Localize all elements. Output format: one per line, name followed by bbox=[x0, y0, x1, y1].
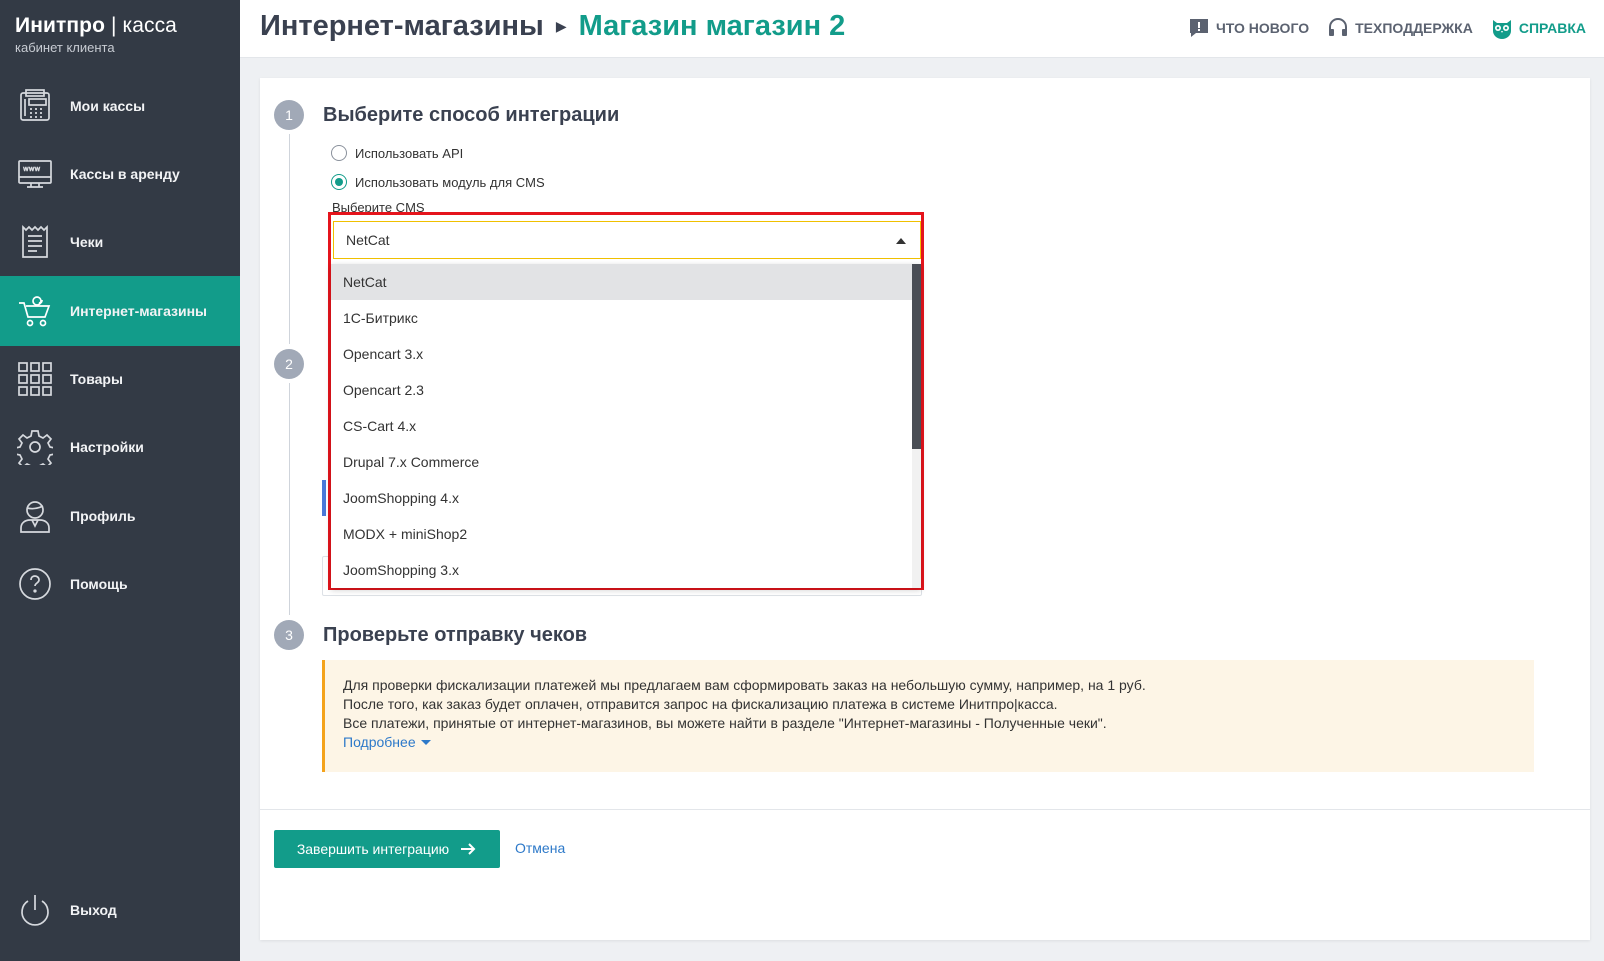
cms-option[interactable]: 1С-Битрикс bbox=[331, 300, 921, 336]
sidebar-item-products[interactable]: Товары bbox=[0, 344, 240, 414]
breadcrumb: Интернет-магазины ▶ Магазин магазин 2 bbox=[260, 10, 845, 43]
step-connector bbox=[289, 134, 290, 344]
cms-option[interactable]: Opencart 3.x bbox=[331, 336, 921, 372]
step-connector bbox=[289, 383, 290, 615]
step-1-badge: 1 bbox=[274, 100, 304, 130]
sidebar-item-my-registers[interactable]: Мои кассы bbox=[0, 71, 240, 141]
cms-option[interactable]: MODX + miniShop2 bbox=[331, 516, 921, 552]
breadcrumb-arrow-icon: ▶ bbox=[555, 18, 567, 34]
support-label: ТЕХПОДДЕРЖКА bbox=[1355, 20, 1473, 36]
receipt-icon bbox=[17, 224, 53, 260]
shopping-cart-icon bbox=[17, 293, 53, 329]
headset-icon bbox=[1329, 18, 1348, 36]
sidebar-item-label: Настройки bbox=[70, 439, 144, 455]
cms-dropdown-list[interactable]: NetCat 1С-Битрикс Opencart 3.x Opencart … bbox=[331, 264, 921, 588]
dropdown-scroll-thumb[interactable] bbox=[912, 264, 921, 449]
brand[interactable]: Инитпро | касса кабинет клиента bbox=[0, 0, 240, 82]
user-icon bbox=[17, 498, 53, 534]
notice-line: Для проверки фискализации платежей мы пр… bbox=[343, 677, 1146, 693]
brand-title-sep: | bbox=[105, 14, 123, 37]
sidebar-item-rent-registers[interactable]: www Кассы в аренду bbox=[0, 139, 240, 209]
cms-select-value: NetCat bbox=[346, 232, 390, 248]
brand-title-bold: Инитпро bbox=[15, 14, 106, 37]
cms-option[interactable]: JoomShopping 3.x bbox=[331, 552, 921, 588]
step-3-title: Проверьте отправку чеков bbox=[323, 624, 588, 646]
step-3-badge: 3 bbox=[274, 620, 304, 650]
option-api-label: Использовать API bbox=[355, 145, 464, 161]
sidebar-item-label: Чеки bbox=[70, 234, 104, 250]
support-link[interactable]: ТЕХПОДДЕРЖКА bbox=[1327, 17, 1473, 39]
question-icon bbox=[17, 566, 53, 602]
step-2-badge: 2 bbox=[274, 349, 304, 379]
logout-button[interactable]: Выход bbox=[0, 875, 240, 945]
divider bbox=[260, 809, 1590, 810]
sidebar-item-label: Помощь bbox=[70, 576, 128, 592]
brand-title: Инитпро | касса bbox=[15, 14, 240, 38]
whats-new-link[interactable]: ЧТО НОВОГО bbox=[1188, 17, 1309, 39]
cash-register-icon bbox=[17, 88, 53, 124]
page-header: Интернет-магазины ▶ Магазин магазин 2 ЧТ… bbox=[240, 0, 1604, 58]
sidebar-item-receipts[interactable]: Чеки bbox=[0, 207, 240, 277]
help-label: СПРАВКА bbox=[1518, 20, 1586, 36]
page-title: Магазин магазин 2 bbox=[578, 10, 846, 42]
cms-option[interactable]: Opencart 2.3 bbox=[331, 372, 921, 408]
option-cms[interactable]: Использовать модуль для CMS bbox=[331, 174, 545, 190]
cms-option[interactable]: Drupal 7.x Commerce bbox=[331, 444, 921, 480]
fiscal-check-notice: Для проверки фискализации платежей мы пр… bbox=[322, 660, 1534, 772]
arrow-right-icon bbox=[461, 843, 476, 855]
sidebar-item-label: Товары bbox=[70, 371, 123, 387]
power-icon bbox=[17, 892, 53, 928]
more-details-link[interactable]: Подробнее bbox=[343, 733, 431, 752]
notice-line: Все платежи, принятые от интернет-магази… bbox=[343, 715, 1107, 731]
cms-option[interactable]: JoomShopping 4.x bbox=[331, 480, 921, 516]
sidebar-item-label: Мои кассы bbox=[70, 98, 146, 114]
www-monitor-icon: www bbox=[17, 156, 53, 192]
option-api[interactable]: Использовать API bbox=[331, 145, 463, 161]
cms-select[interactable]: NetCat bbox=[333, 221, 921, 259]
speech-bubble-icon bbox=[1189, 19, 1208, 37]
sidebar-item-label: Кассы в аренду bbox=[70, 166, 180, 182]
sidebar: Инитпро | касса кабинет клиента Мои касс… bbox=[0, 0, 240, 961]
sidebar-item-label: Профиль bbox=[70, 508, 136, 524]
svg-text:www: www bbox=[23, 165, 40, 173]
notice-line: После того, как заказ будет оплачен, отп… bbox=[343, 696, 1058, 712]
radio-api[interactable] bbox=[331, 145, 347, 161]
cms-option[interactable]: CS-Cart 4.x bbox=[331, 408, 921, 444]
cms-option[interactable]: NetCat bbox=[331, 264, 921, 300]
logout-label: Выход bbox=[70, 902, 117, 918]
brand-title-thin: касса bbox=[122, 14, 177, 37]
step-1-title: Выберите способ интеграции bbox=[323, 104, 620, 126]
brand-subtitle: кабинет клиента bbox=[15, 40, 115, 55]
gear-icon bbox=[17, 429, 53, 465]
sidebar-item-help[interactable]: Помощь bbox=[0, 549, 240, 619]
top-links: ЧТО НОВОГО ТЕХПОДДЕРЖКА СПРАВКА bbox=[1188, 17, 1586, 39]
owl-icon bbox=[1492, 20, 1511, 39]
sidebar-item-online-stores[interactable]: Интернет-магазины bbox=[0, 276, 240, 346]
finish-integration-label: Завершить интеграцию bbox=[296, 841, 450, 857]
help-link[interactable]: СПРАВКА bbox=[1491, 17, 1586, 39]
sidebar-item-settings[interactable]: Настройки bbox=[0, 412, 240, 482]
sidebar-item-label: Интернет-магазины bbox=[70, 303, 208, 319]
caret-up-icon bbox=[896, 238, 906, 244]
grid-icon bbox=[17, 361, 53, 397]
whats-new-label: ЧТО НОВОГО bbox=[1215, 20, 1310, 36]
option-cms-label: Использовать модуль для CMS bbox=[355, 174, 545, 190]
sidebar-item-profile[interactable]: Профиль bbox=[0, 481, 240, 551]
finish-integration-button[interactable]: Завершить интеграцию bbox=[274, 830, 500, 868]
dropdown-scrollbar[interactable] bbox=[912, 264, 921, 588]
hidden-button-edge bbox=[322, 480, 326, 516]
breadcrumb-parent[interactable]: Интернет-магазины bbox=[260, 10, 544, 43]
cancel-button[interactable]: Отмена bbox=[515, 840, 565, 856]
radio-cms[interactable] bbox=[331, 174, 347, 190]
